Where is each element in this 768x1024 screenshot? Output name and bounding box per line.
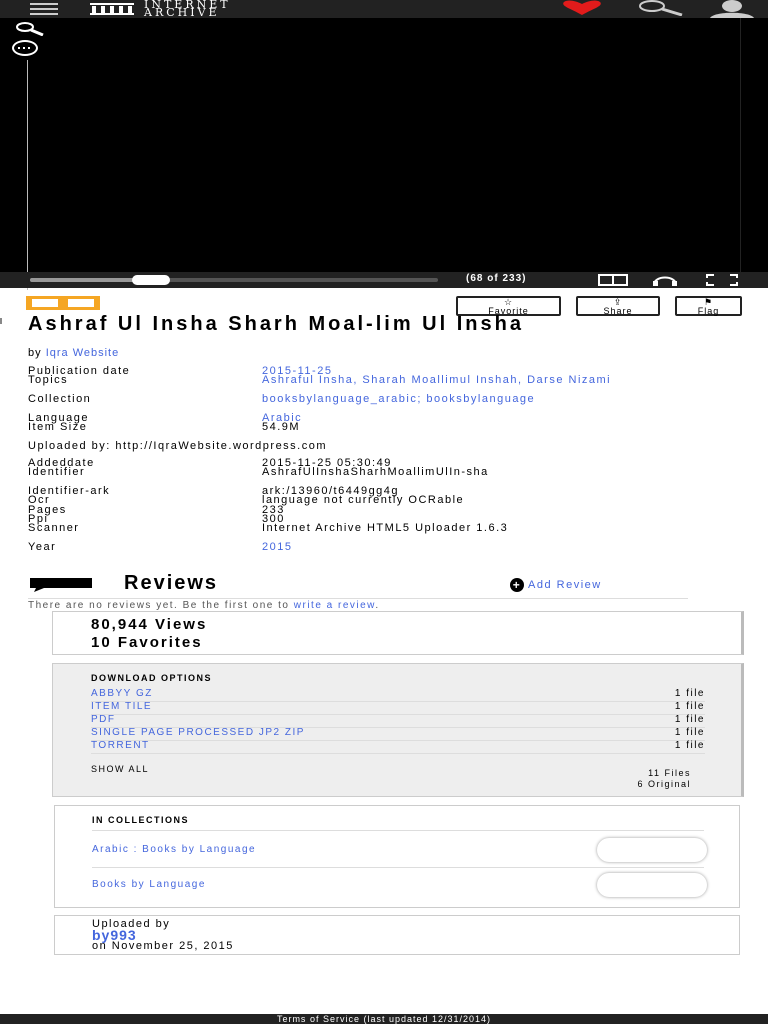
metadata-key: Year xyxy=(28,541,57,553)
plus-icon: + xyxy=(510,578,524,592)
metadata-value-link[interactable]: 2015 xyxy=(262,542,662,553)
reviews-icon xyxy=(30,578,92,592)
views-count: 80,944 Views xyxy=(91,616,208,633)
metadata-value: language not currently OCRable xyxy=(262,494,465,506)
user-icon[interactable] xyxy=(708,0,756,18)
two-page-view-icon[interactable] xyxy=(598,274,628,286)
metadata-value: 54.9M xyxy=(262,421,301,433)
file-count: 1 file xyxy=(674,740,705,751)
upload-date: on November 25, 2015 xyxy=(92,940,234,952)
page-slider-handle[interactable] xyxy=(132,275,171,285)
metadata-key: Scanner xyxy=(28,522,80,534)
write-review-link[interactable]: write a review xyxy=(294,600,376,611)
download-format-link[interactable]: PDF xyxy=(91,714,116,725)
metadata-key: Collection xyxy=(28,393,92,405)
uploader-panel: Uploaded by by993 on November 25, 2015 xyxy=(54,915,740,955)
item-title: Ashraf Ul Insha Sharh Moal-lim Ul Insha xyxy=(28,313,524,335)
stats-panel: 80,944 Views 10 Favorites xyxy=(52,611,744,655)
footer-terms[interactable]: Terms of Service (last updated 12/31/201… xyxy=(0,1014,768,1024)
share-button[interactable]: ⇪ Share xyxy=(576,296,660,316)
top-nav: INTERNET ARCHIVE xyxy=(0,0,768,18)
download-row[interactable]: SINGLE PAGE PROCESSED JP2 ZIP 1 file xyxy=(91,727,705,741)
favorites-count: 10 Favorites xyxy=(91,634,203,651)
collection-thumbnail[interactable] xyxy=(597,838,707,862)
file-count: 1 file xyxy=(674,688,705,699)
viewer-controls: (68 of 233) xyxy=(0,272,768,288)
book-viewer[interactable] xyxy=(0,18,768,290)
reviews-heading: Reviews xyxy=(124,572,219,594)
show-all-link[interactable]: SHOW ALL xyxy=(91,764,149,774)
download-options-panel: DOWNLOAD OPTIONS ABBYY GZ 1 file ITEM TILE… xyxy=(52,663,744,797)
archive-building-icon xyxy=(90,3,134,15)
hamburger-menu-icon[interactable] xyxy=(30,3,58,15)
more-options-icon[interactable] xyxy=(12,40,38,56)
page-slider-track[interactable] xyxy=(30,278,438,282)
files-summary: 11 Files 6 Original xyxy=(637,768,691,789)
viewer-search-icon[interactable] xyxy=(14,22,44,36)
file-count: 1 file xyxy=(674,714,705,725)
download-format-link[interactable]: ABBYY GZ xyxy=(91,688,153,699)
viewer-divider xyxy=(27,60,28,290)
fullscreen-icon[interactable] xyxy=(706,274,738,286)
download-row[interactable]: TORRENT 1 file xyxy=(91,740,705,754)
author-link[interactable]: Iqra Website xyxy=(46,347,120,359)
metadata-value: Internet Archive HTML5 Uploader 1.6.3 xyxy=(262,522,509,534)
download-format-link[interactable]: TORRENT xyxy=(91,740,150,751)
metadata-value-link[interactable]: Ashraful Insha, Sharah Moallimul Inshah,… xyxy=(262,375,662,386)
no-reviews-message: There are no reviews yet. Be the first o… xyxy=(28,600,380,611)
texts-icon xyxy=(26,296,100,310)
download-row[interactable]: ABBYY GZ 1 file xyxy=(91,688,705,702)
collections-panel: IN COLLECTIONS Arabic : Books by Languag… xyxy=(54,805,740,908)
add-review-button[interactable]: + Add Review xyxy=(510,578,602,592)
heart-icon[interactable] xyxy=(558,0,606,16)
collection-thumbnail[interactable] xyxy=(597,873,707,897)
download-row[interactable]: PDF 1 file xyxy=(91,714,705,728)
page-indicator: (68 of 233) xyxy=(466,273,527,284)
file-count: 1 file xyxy=(674,727,705,738)
download-format-link[interactable]: SINGLE PAGE PROCESSED JP2 ZIP xyxy=(91,727,305,738)
download-format-link[interactable]: ITEM TILE xyxy=(91,701,152,712)
metadata-key: Topics xyxy=(28,374,69,386)
metadata-key: Identifier xyxy=(28,466,86,478)
byline: by Iqra Website xyxy=(28,347,120,359)
metadata-value: AshrafUlInshaSharhMoallimUlIn-sha xyxy=(262,466,489,478)
flag-button[interactable]: ⚑ Flag xyxy=(675,296,742,316)
collections-heading: IN COLLECTIONS xyxy=(92,815,189,825)
metadata-key: Item Size xyxy=(28,421,88,433)
viewer-edge xyxy=(740,18,741,272)
download-row[interactable]: ITEM TILE 1 file xyxy=(91,701,705,715)
read-aloud-icon[interactable] xyxy=(652,274,678,286)
metadata-value-link[interactable]: booksbylanguage_arabic; booksbylanguage xyxy=(262,394,662,405)
logo-line-2: ARCHIVE xyxy=(144,6,220,19)
uploaded-by-note: Uploaded by: http://IqraWebsite.wordpres… xyxy=(28,440,328,452)
search-icon[interactable] xyxy=(632,0,684,16)
divider xyxy=(28,598,688,599)
file-count: 1 file xyxy=(674,701,705,712)
download-options-heading: DOWNLOAD OPTIONS xyxy=(91,673,212,683)
